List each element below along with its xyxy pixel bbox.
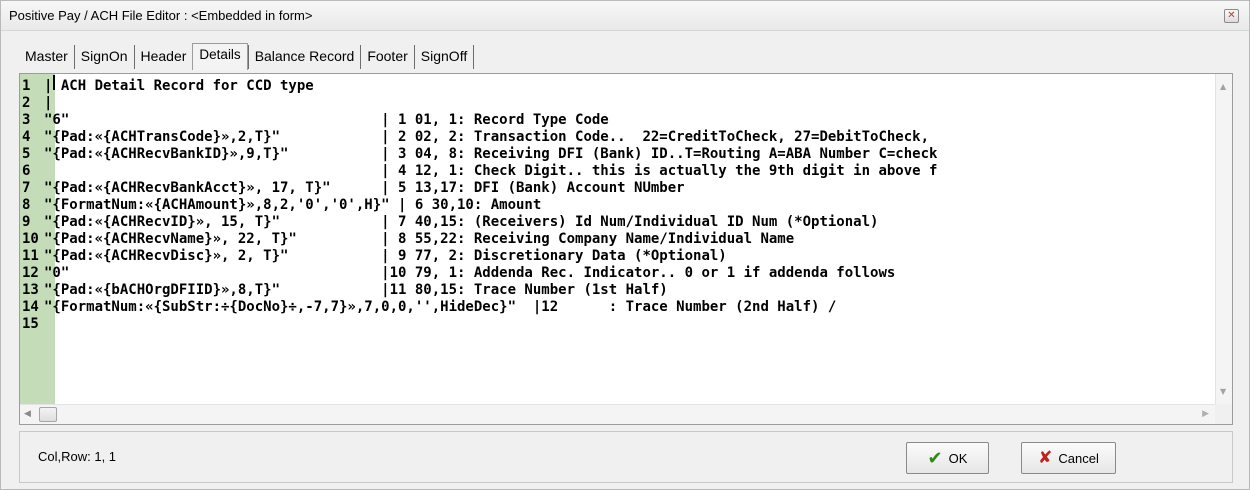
code-line[interactable]: 6 | 4 12, 1: Check Digit.. this is actua… (20, 163, 1215, 180)
tab-master[interactable]: Master (19, 45, 75, 69)
window-title: Positive Pay / ACH File Editor : <Embedd… (9, 8, 313, 23)
scroll-up-icon[interactable]: ▲ (1220, 82, 1226, 91)
line-text: "{Pad:«{bACHOrgDFIID}»,8,T}" |11 80,15: … (44, 282, 668, 298)
line-text: "{Pad:«{ACHRecvBankAcct}», 17, T}" | 5 1… (44, 180, 685, 196)
line-number: 15 (22, 316, 39, 332)
ok-button[interactable]: ✔ OK (906, 442, 989, 474)
scroll-right-icon[interactable]: ▶ (1202, 409, 1209, 419)
editor-window: Positive Pay / ACH File Editor : <Embedd… (0, 0, 1250, 490)
code-line[interactable]: 13 "{Pad:«{bACHOrgDFIID}»,8,T}" |11 80,15… (20, 282, 1215, 299)
ok-button-label: OK (948, 450, 968, 466)
cancel-button[interactable]: ✘ Cancel (1021, 442, 1116, 474)
code-line[interactable]: 7 "{Pad:«{ACHRecvBankAcct}», 17, T}" | 5 … (20, 180, 1215, 197)
tab-bar: Master SignOn Header Details Balance Rec… (19, 43, 475, 70)
tab-header[interactable]: Header (134, 45, 193, 69)
code-line[interactable]: 3 "6" | 1 01, 1: Record Type Code (20, 112, 1215, 129)
line-text: "{Pad:«{ACHRecvDisc}», 2, T}" | 9 77, 2:… (44, 248, 727, 264)
line-text: "6" | 1 01, 1: Record Type Code (44, 112, 609, 128)
close-icon[interactable]: ✕ (1224, 9, 1239, 23)
line-text: "{Pad:«{ACHRecvName}», 22, T}" | 8 55,22… (44, 231, 795, 247)
line-text: "{Pad:«{ACHRecvID}», 15, T}" | 7 40,15: … (44, 214, 879, 230)
cursor-position: Col,Row: 1, 1 (38, 449, 117, 464)
code-line[interactable]: 12 "0" |10 79, 1: Addenda Rec. Indicator.… (20, 265, 1215, 282)
line-text: | ACH Detail Record for CCD type (44, 78, 314, 94)
scrollbar-corner (1215, 404, 1232, 424)
tab-footer[interactable]: Footer (361, 45, 415, 69)
tab-signoff[interactable]: SignOff (414, 45, 475, 69)
line-text: "{FormatNum:«{SubStr:÷{DocNo}÷,-7,7}»,7,… (44, 299, 837, 315)
checkmark-icon: ✔ (927, 447, 943, 469)
line-text: "{Pad:«{ACHRecvBankID}»,9,T}" | 3 04, 8:… (44, 146, 938, 162)
code-line[interactable]: 14 "{FormatNum:«{SubStr:÷{DocNo}÷,-7,7}»,… (20, 299, 1215, 316)
line-text: | (44, 95, 53, 111)
scroll-down-icon[interactable]: ▼ (1220, 387, 1226, 396)
vertical-scrollbar[interactable]: ▲ ▼ (1215, 74, 1232, 404)
code-line[interactable]: 1 | ACH Detail Record for CCD type (20, 78, 1215, 95)
x-icon: ✘ (1038, 448, 1053, 468)
title-bar: Positive Pay / ACH File Editor : <Embedd… (1, 1, 1249, 31)
scroll-left-icon[interactable]: ◀ (24, 409, 31, 419)
code-line[interactable]: 10 "{Pad:«{ACHRecvName}», 22, T}" | 8 55,… (20, 231, 1215, 248)
code-editor[interactable]: 1 | ACH Detail Record for CCD type 2 | 3 "6" … (19, 73, 1233, 425)
tab-balance-record[interactable]: Balance Record (247, 45, 362, 69)
line-text: "0" |10 79, 1: Addenda Rec. Indicator.. … (44, 265, 896, 281)
line-text: "{Pad:«{ACHTransCode}»,2,T}" | 2 02, 2: … (44, 129, 930, 145)
code-line[interactable]: 8 "{FormatNum:«{ACHAmount}»,8,2,'0','0',H… (20, 197, 1215, 214)
tab-signon[interactable]: SignOn (74, 45, 135, 69)
code-line[interactable]: 2 | (20, 95, 1215, 112)
code-line[interactable]: 11 "{Pad:«{ACHRecvDisc}», 2, T}" | 9 77, … (20, 248, 1215, 265)
status-panel: Col,Row: 1, 1 ✔ OK ✘ Cancel (19, 431, 1233, 483)
line-text: "{FormatNum:«{ACHAmount}»,8,2,'0','0',H}… (44, 197, 542, 213)
code-line[interactable]: 9 "{Pad:«{ACHRecvID}», 15, T}" | 7 40,15:… (20, 214, 1215, 231)
text-caret (53, 75, 55, 90)
horizontal-scrollbar[interactable]: ◀ ▶ (20, 404, 1215, 424)
code-line[interactable]: 15 (20, 316, 1215, 333)
cancel-button-label: Cancel (1058, 450, 1099, 466)
line-text: | 4 12, 1: Check Digit.. this is actuall… (44, 163, 938, 179)
code-text-area[interactable]: 1 | ACH Detail Record for CCD type 2 | 3 "6" … (20, 78, 1215, 404)
tab-details[interactable]: Details (192, 43, 248, 70)
code-line[interactable]: 5 "{Pad:«{ACHRecvBankID}»,9,T}" | 3 04, 8… (20, 146, 1215, 163)
horizontal-scroll-thumb[interactable] (39, 407, 57, 422)
code-line[interactable]: 4 "{Pad:«{ACHTransCode}»,2,T}" | 2 02, 2:… (20, 129, 1215, 146)
